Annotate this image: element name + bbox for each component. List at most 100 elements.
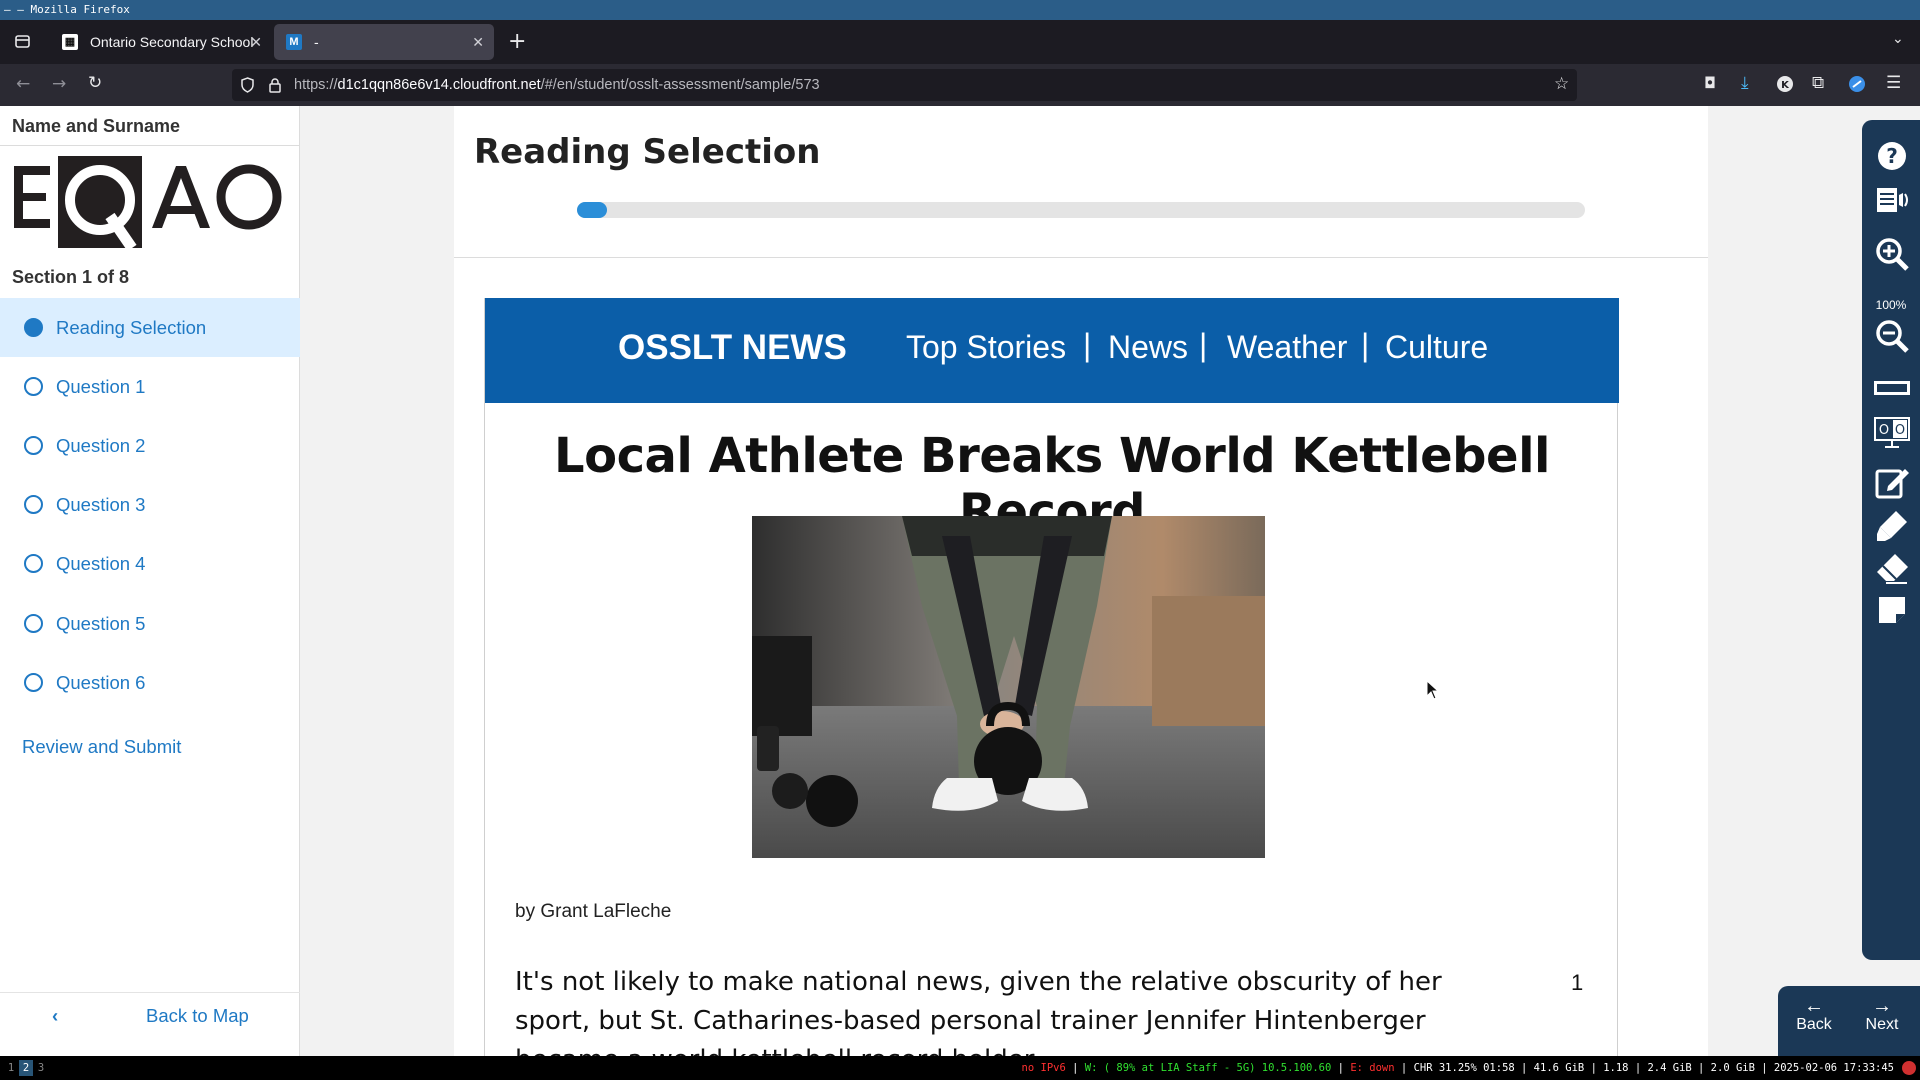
section-item-label: Question 2 [56,435,146,456]
radio-empty-icon [24,495,43,514]
workspace-1[interactable]: 1 [4,1060,18,1076]
workspace-2[interactable]: 2 [19,1060,33,1076]
section-item-label: Reading Selection [56,317,207,338]
system-stats: CHR 31.25% 01:58 | 41.6 GiB | 1.18 | 2.4… [1413,1062,1894,1074]
back-label: Back [1796,1016,1832,1033]
section-item-question-2[interactable]: Question 2 [0,416,300,475]
url-host: d1c1qqn86e6v14.cloudfront.net [337,77,541,93]
section-item-label: Question 3 [56,494,146,515]
section-item-question-6[interactable]: Question 6 [0,653,300,712]
bookmark-star-icon[interactable]: ☆ [1554,76,1569,93]
downloads-icon[interactable]: ⤓ [1741,75,1749,92]
tab-strip: ▦ Ontario Secondary School ✕ M - ✕ + ⌄ [0,20,1920,64]
tray-icon[interactable] [1902,1061,1916,1075]
next-label: Next [1865,1016,1899,1033]
line-reader-icon[interactable] [1874,370,1910,406]
m-favicon: M [286,34,302,50]
lock-icon[interactable] [268,77,282,97]
tab-ontario[interactable]: ▦ Ontario Secondary School ✕ [50,24,272,60]
arrow-right-icon: → [1872,995,1892,1017]
divider [0,992,300,993]
url-path: /#/en/student/osslt-assessment/sample/57… [540,77,820,93]
mouse-cursor-icon [1426,680,1440,700]
news-header: OSSLT NEWS Top Stories | News | Weather … [485,298,1619,403]
back-button[interactable]: ← Back [1784,996,1844,1034]
nav-separator: | [1083,327,1092,363]
news-nav-weather: Weather [1227,329,1348,365]
highlighter-icon[interactable] [1874,508,1910,544]
svg-text:O: O [1879,423,1889,438]
back-arrow-icon[interactable]: ← [16,76,30,93]
eraser-icon[interactable] [1874,550,1910,586]
svg-text:?: ? [1886,144,1898,168]
section-item-reading-selection[interactable]: Reading Selection [0,298,300,357]
progress-fill [577,202,607,218]
status-info: no IPv6 | W: ( 89% at LIA Staff - 5G) 10… [1021,1062,1894,1074]
zoom-out-icon[interactable] [1874,318,1910,354]
url-text[interactable]: https://d1c1qqn86e6v14.cloudfront.net/#/… [294,69,820,101]
reading-passage: OSSLT NEWS Top Stories | News | Weather … [484,298,1619,1056]
article-paragraph: It's not likely to make national news, g… [515,967,1442,1056]
news-brand: OSSLT NEWS [618,328,847,367]
eqao-favicon: ▦ [62,34,78,50]
article-byline: by Grant LaFleche [515,901,672,922]
menu-icon[interactable]: ☰ [1886,75,1901,92]
divider [0,145,300,146]
sticky-note-icon[interactable] [1874,592,1910,628]
account-icon[interactable]: K [1776,75,1794,97]
main-content: Reading Selection OSSLT NEWS Top Stories… [454,106,1708,1056]
section-item-question-3[interactable]: Question 3 [0,475,300,534]
wifi-status: W: ( 89% at LIA Staff - 5G) 10.5.100.60 [1084,1062,1332,1074]
back-to-map-button[interactable]: ‹ Back to Map [0,996,300,1036]
address-bar[interactable]: https://d1c1qqn86e6v14.cloudfront.net/#/… [232,69,1577,101]
progress-bar [577,202,1585,218]
tab-label: - [314,34,319,50]
section-sidebar: Name and Surname Section 1 of 8 Reading … [0,106,300,1056]
radio-empty-icon [24,377,43,396]
system-status-bar: 1 2 3 no IPv6 | W: ( 89% at LIA Staff - … [0,1056,1920,1080]
navigation-toolbar: ← → ↻ https://d1c1qqn86e6v14.cloudfront.… [0,64,1920,106]
shield-icon[interactable] [240,77,255,97]
radio-empty-icon [24,614,43,633]
section-item-label: Question 4 [56,553,146,574]
pocket-icon[interactable]: ◘ [1704,76,1716,91]
zoom-in-icon[interactable] [1874,236,1910,272]
close-tab-icon[interactable]: ✕ [472,24,484,60]
radio-empty-icon [24,673,43,692]
review-and-submit-link[interactable]: Review and Submit [22,736,181,758]
section-item-question-4[interactable]: Question 4 [0,534,300,593]
page: Name and Surname Section 1 of 8 Reading … [0,106,1920,1056]
workspace-3[interactable]: 3 [34,1060,48,1076]
page-title: Reading Selection [474,132,821,172]
section-item-question-1[interactable]: Question 1 [0,357,300,416]
help-icon[interactable]: ? [1874,138,1910,174]
new-tab-icon[interactable]: + [508,31,526,53]
kettlebell-photo [752,516,1265,858]
section-item-label: Question 6 [56,672,146,693]
zoom-level: 100% [1875,298,1907,312]
notepad-icon[interactable] [1874,464,1910,500]
section-item-label: Question 1 [56,376,146,397]
eqao-logo [14,156,282,248]
radio-empty-icon [24,436,43,455]
forward-arrow-icon[interactable]: → [52,76,66,93]
close-tab-icon[interactable]: ✕ [250,24,262,60]
section-item-label: Question 5 [56,613,146,634]
section-label: Section 1 of 8 [12,267,130,287]
reload-icon[interactable]: ↻ [88,75,102,92]
hi-contrast-icon[interactable]: O O [1874,414,1910,450]
tab-overview-icon[interactable] [14,33,31,54]
tab-label: Ontario Secondary School [90,34,254,50]
tab-current[interactable]: M - ✕ [274,24,494,60]
extensions-icon[interactable]: ⧉ [1812,75,1824,92]
news-nav-top-stories: Top Stories [906,329,1067,365]
url-prefix: https:// [294,77,338,93]
chevron-left-icon: ‹ [52,1005,59,1026]
section-item-question-5[interactable]: Question 5 [0,594,300,653]
list-tabs-icon[interactable]: ⌄ [1892,32,1904,46]
divider [454,257,1708,258]
news-nav-culture: Culture [1385,329,1489,365]
profile-icon[interactable] [1848,75,1866,97]
next-button[interactable]: → Next [1852,996,1912,1034]
text-to-speech-icon[interactable] [1874,182,1910,218]
